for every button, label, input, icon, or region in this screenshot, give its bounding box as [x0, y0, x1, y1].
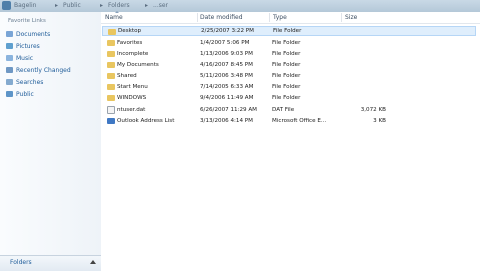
column-header-row: Name Date modified Type Size: [101, 11, 480, 24]
sort-arrow-icon: [115, 11, 119, 13]
file-date: 1/13/2006 9:03 PM: [200, 51, 253, 57]
file-size: 3,072 KB: [360, 107, 386, 113]
file-name: Favorites: [117, 40, 143, 46]
folder-icon: [107, 51, 115, 57]
outlook-icon: [107, 118, 115, 124]
file-row-desktop[interactable]: Desktop 2/25/2007 3:22 PM File Folder: [102, 26, 476, 36]
breadcrumb-segment[interactable]: Bagelin: [14, 1, 54, 10]
folders-toggle[interactable]: Folders: [0, 255, 101, 271]
file-icon: [107, 106, 115, 114]
column-header-name-label: Name: [105, 14, 123, 21]
file-row-start-menu[interactable]: Start Menu 7/14/2005 6:33 AM File Folder: [102, 82, 474, 92]
file-row-favorites[interactable]: Favorites 1/4/2007 5:06 PM File Folder: [102, 38, 474, 48]
navigation-pane: Favorite Links Documents Pictures Music …: [0, 12, 102, 271]
documents-icon: [6, 31, 13, 37]
column-divider[interactable]: [341, 13, 342, 22]
breadcrumb-segment[interactable]: Public: [63, 1, 99, 10]
column-header-date[interactable]: Date modified: [200, 13, 270, 22]
pictures-icon: [6, 43, 13, 49]
nav-item-pictures[interactable]: Pictures: [6, 42, 98, 52]
nav-item-recently-changed[interactable]: Recently Changed: [6, 66, 98, 76]
file-date: 1/4/2007 5:06 PM: [200, 40, 250, 46]
file-type: File Folder: [272, 51, 301, 57]
back-icon[interactable]: [2, 1, 11, 10]
search-icon: [6, 79, 13, 85]
favorite-links-heading: Favorite Links: [8, 18, 46, 24]
file-name: Outlook Address List: [117, 118, 175, 124]
file-date: 4/16/2007 8:45 PM: [200, 62, 253, 68]
file-row-incomplete[interactable]: Incomplete 1/13/2006 9:03 PM File Folder: [102, 49, 474, 59]
file-date: 2/25/2007 3:22 PM: [201, 28, 254, 34]
chevron-up-icon: [90, 260, 96, 264]
file-row-ntuser[interactable]: ntuser.dat 6/26/2007 11:29 AM DAT File 3…: [102, 105, 474, 115]
file-row-shared[interactable]: Shared 5/11/2006 3:48 PM File Folder: [102, 71, 474, 81]
file-name: Incomplete: [117, 51, 149, 57]
column-divider[interactable]: [197, 13, 198, 22]
address-bar[interactable]: Bagelin ▸ Public ▸ Folders ▸ ...ser: [0, 0, 480, 12]
nav-item-label: Documents: [16, 31, 51, 38]
file-row-my-documents[interactable]: My Documents 4/16/2007 8:45 PM File Fold…: [102, 60, 474, 70]
file-type: File Folder: [272, 40, 301, 46]
breadcrumb-arrow-icon[interactable]: ▸: [145, 2, 151, 9]
file-row-outlook-address-list[interactable]: Outlook Address List 3/13/2006 4:14 PM M…: [102, 116, 474, 126]
folder-icon: [107, 73, 115, 79]
public-folder-icon: [6, 91, 13, 97]
nav-item-public[interactable]: Public: [6, 90, 98, 100]
file-date: 3/13/2006 4:14 PM: [200, 118, 253, 124]
file-name: Start Menu: [117, 84, 148, 90]
breadcrumb-arrow-icon[interactable]: ▸: [55, 2, 61, 9]
file-name: Shared: [117, 73, 137, 79]
file-date: 7/14/2005 6:33 AM: [200, 84, 254, 90]
folder-icon: [107, 40, 115, 46]
folder-icon: [107, 95, 115, 101]
nav-item-label: Recently Changed: [16, 67, 71, 74]
nav-item-searches[interactable]: Searches: [6, 78, 98, 88]
recent-icon: [6, 67, 13, 73]
folder-icon: [107, 84, 115, 90]
file-name: Desktop: [118, 28, 142, 34]
nav-item-music[interactable]: Music: [6, 54, 98, 64]
file-type: File Folder: [273, 28, 302, 34]
file-name: ntuser.dat: [117, 107, 146, 113]
breadcrumb-segment[interactable]: ...ser: [153, 1, 193, 10]
file-type: DAT File: [272, 107, 295, 113]
breadcrumb-arrow-icon[interactable]: ▸: [100, 2, 106, 9]
file-date: 6/26/2007 11:29 AM: [200, 107, 258, 113]
nav-item-label: Pictures: [16, 43, 40, 50]
music-icon: [6, 55, 13, 61]
file-type: File Folder: [272, 73, 301, 79]
breadcrumb-segment[interactable]: Folders: [108, 1, 144, 10]
nav-item-label: Searches: [16, 79, 44, 86]
file-type: File Folder: [272, 95, 301, 101]
file-type: Microsoft Office E...: [272, 118, 327, 124]
file-date: 5/11/2006 3:48 PM: [200, 73, 253, 79]
file-name: My Documents: [117, 62, 159, 68]
file-size: 3 KB: [373, 118, 386, 124]
folders-label: Folders: [10, 259, 32, 266]
file-type: File Folder: [272, 84, 301, 90]
nav-item-label: Music: [16, 55, 34, 62]
nav-item-documents[interactable]: Documents: [6, 30, 98, 40]
file-list: Name Date modified Type Size Desktop 2/2…: [101, 11, 480, 270]
column-header-type[interactable]: Type: [273, 13, 343, 22]
folder-icon: [107, 62, 115, 68]
file-date: 9/4/2006 11:49 AM: [200, 95, 254, 101]
column-header-size[interactable]: Size: [345, 13, 385, 22]
column-header-name[interactable]: Name: [105, 11, 195, 22]
file-type: File Folder: [272, 62, 301, 68]
folder-icon: [108, 29, 116, 35]
column-divider[interactable]: [269, 13, 270, 22]
nav-item-label: Public: [16, 91, 34, 98]
